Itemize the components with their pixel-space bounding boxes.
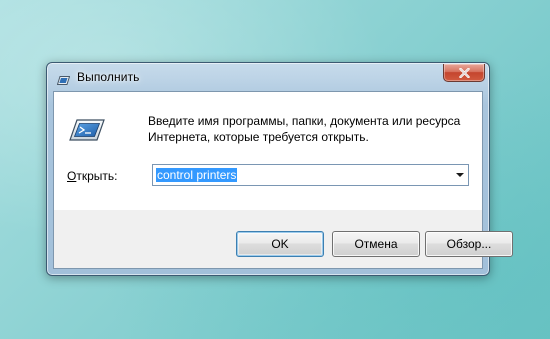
description-line-2: Интернета, которые требуется открыть.: [148, 130, 369, 144]
open-label-text: ткрыть:: [76, 169, 118, 183]
open-input-value[interactable]: control printers: [156, 168, 238, 182]
run-dialog-window: Выполнить Введите имя программы, папки, …: [46, 62, 513, 276]
ok-button[interactable]: OK: [236, 231, 324, 257]
run-icon: [56, 72, 71, 85]
window-title: Выполнить: [77, 70, 140, 84]
open-label-mnemonic: О: [67, 169, 77, 183]
run-icon: [69, 119, 105, 141]
chevron-down-icon[interactable]: [456, 173, 464, 177]
close-button[interactable]: [443, 64, 485, 82]
open-label: Открыть:: [67, 169, 117, 183]
title-bar[interactable]: Выполнить: [47, 63, 489, 91]
close-icon: [459, 68, 470, 78]
open-combobox[interactable]: control printers: [152, 164, 469, 186]
cancel-button[interactable]: Отмена: [332, 231, 420, 257]
dialog-description: Введите имя программы, папки, документа …: [148, 113, 478, 145]
browse-button[interactable]: Обзор...: [425, 231, 513, 257]
description-line-1: Введите имя программы, папки, документа …: [148, 114, 461, 128]
dialog-content-panel: [54, 92, 482, 210]
